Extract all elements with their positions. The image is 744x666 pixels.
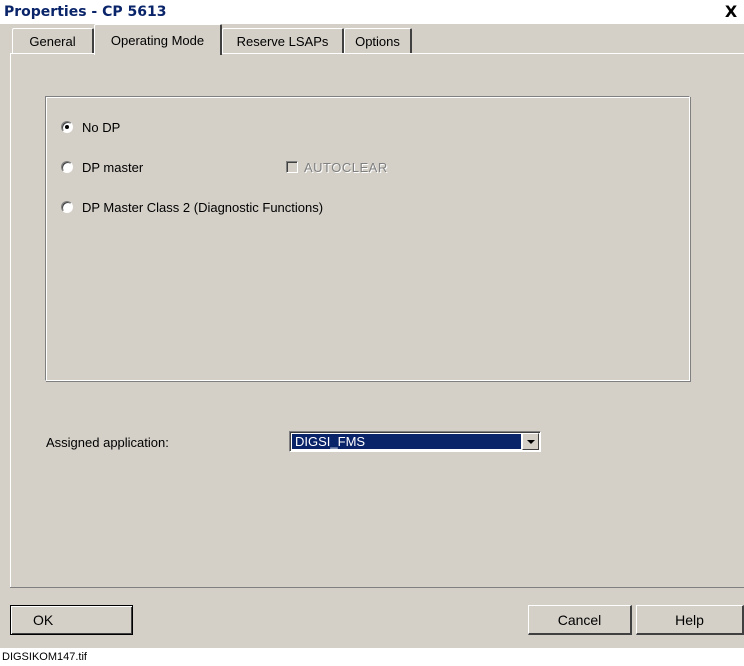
- assigned-application-label: Assigned application:: [46, 435, 169, 450]
- help-button[interactable]: Help: [636, 605, 744, 635]
- radio-no-dp-row[interactable]: No DP: [61, 118, 120, 136]
- close-icon[interactable]: X: [722, 2, 740, 21]
- cancel-button[interactable]: Cancel: [528, 605, 632, 635]
- window-title: Properties - CP 5613: [4, 4, 167, 20]
- tab-options[interactable]: Options: [344, 28, 412, 54]
- properties-dialog: Properties - CP 5613 X General Operating…: [0, 0, 744, 648]
- radio-dp-master[interactable]: [61, 161, 73, 173]
- radio-dp-master-label: DP master: [82, 159, 144, 175]
- tab-general[interactable]: General: [12, 28, 94, 54]
- assigned-application-dropdown[interactable]: DIGSI_FMS: [289, 431, 541, 452]
- operating-mode-panel: No DP DP master AUTOCLEAR DP Master Clas…: [10, 53, 744, 587]
- chevron-down-icon: [526, 439, 535, 444]
- dropdown-button[interactable]: [522, 433, 539, 450]
- tab-reserve-lsaps[interactable]: Reserve LSAPs: [222, 28, 344, 54]
- tab-general-label: General: [29, 34, 76, 49]
- radio-no-dp[interactable]: [61, 121, 73, 133]
- operating-mode-group: No DP DP master AUTOCLEAR DP Master Clas…: [45, 96, 690, 381]
- ok-button[interactable]: OK: [10, 605, 133, 635]
- tab-operating-mode[interactable]: Operating Mode: [94, 24, 222, 55]
- radio-dp-master-class2-label: DP Master Class 2 (Diagnostic Functions): [82, 199, 324, 215]
- image-caption: DIGSIKOM147.tif: [2, 651, 87, 663]
- radio-dp-master-row[interactable]: DP master: [61, 158, 143, 176]
- tab-operating-mode-label: Operating Mode: [110, 32, 205, 48]
- autoclear-label: AUTOCLEAR: [304, 159, 388, 175]
- autoclear-checkbox-row: AUTOCLEAR: [286, 158, 388, 176]
- help-button-label: Help: [675, 611, 704, 628]
- radio-dp-master-class2[interactable]: [61, 201, 73, 213]
- ok-button-label: OK: [33, 612, 54, 628]
- autoclear-checkbox: [286, 161, 298, 173]
- title-bar[interactable]: Properties - CP 5613 X: [0, 0, 744, 24]
- tab-options-label: Options: [355, 34, 400, 49]
- radio-dp-master-class2-row[interactable]: DP Master Class 2 (Diagnostic Functions): [61, 198, 323, 216]
- assigned-application-value: DIGSI_FMS: [292, 434, 521, 449]
- cancel-button-label: Cancel: [557, 611, 602, 628]
- tab-reserve-lsaps-label: Reserve LSAPs: [236, 34, 329, 49]
- radio-no-dp-label: No DP: [82, 119, 121, 135]
- panel-bottom-edge: [10, 587, 744, 588]
